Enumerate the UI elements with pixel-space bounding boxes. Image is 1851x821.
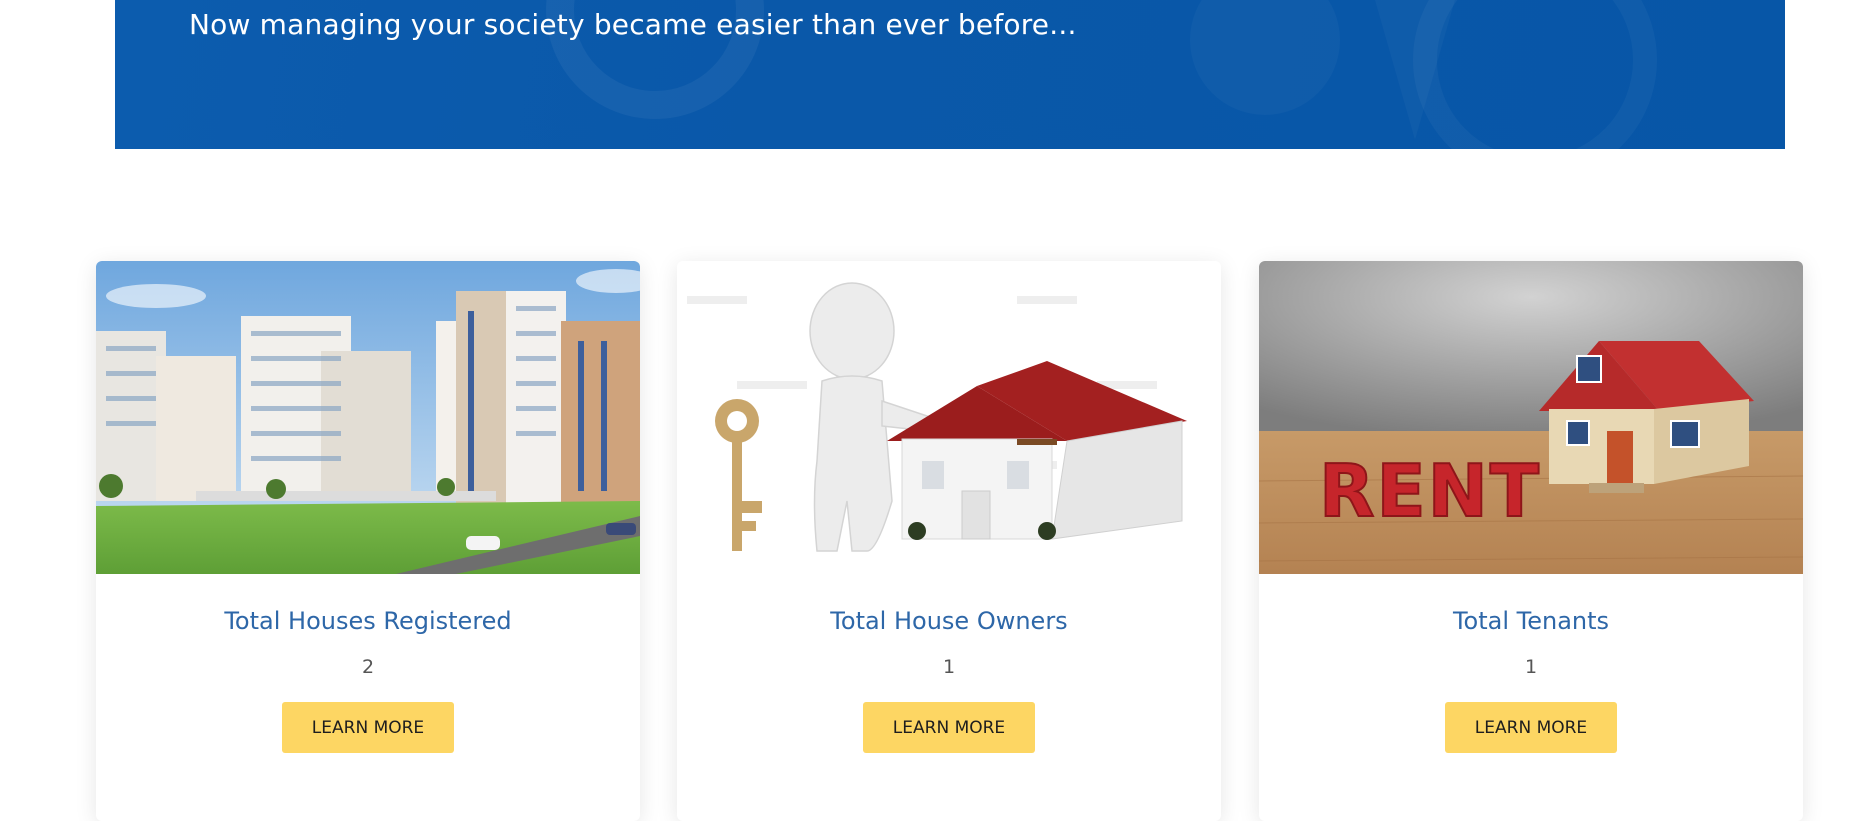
learn-more-button[interactable]: LEARN MORE [282,702,454,753]
card-count: 1 [942,656,956,678]
apartment-buildings-image [96,261,640,574]
card-count: 1 [1524,656,1538,678]
learn-more-button[interactable]: LEARN MORE [863,702,1035,753]
card-count: 2 [361,656,375,678]
card-total-house-owners: Total House Owners 1 LEARN MORE [677,261,1221,821]
hero-tagline: Now managing your society became easier … [189,8,1077,41]
svg-text:RENT: RENT [1319,449,1541,533]
card-title: Total Houses Registered [224,607,512,635]
card-title: Total House Owners [830,607,1068,635]
hero-banner: Now managing your society became easier … [115,0,1785,149]
card-total-tenants: RENT Total Tenants 1 LEARN MORE [1259,261,1803,821]
rent-letters-and-house-image: RENT [1259,261,1803,574]
figure-with-key-and-house-image [677,261,1221,574]
card-title: Total Tenants [1452,607,1610,635]
card-total-houses-registered: Total Houses Registered 2 LEARN MORE [96,261,640,821]
learn-more-button[interactable]: LEARN MORE [1445,702,1617,753]
